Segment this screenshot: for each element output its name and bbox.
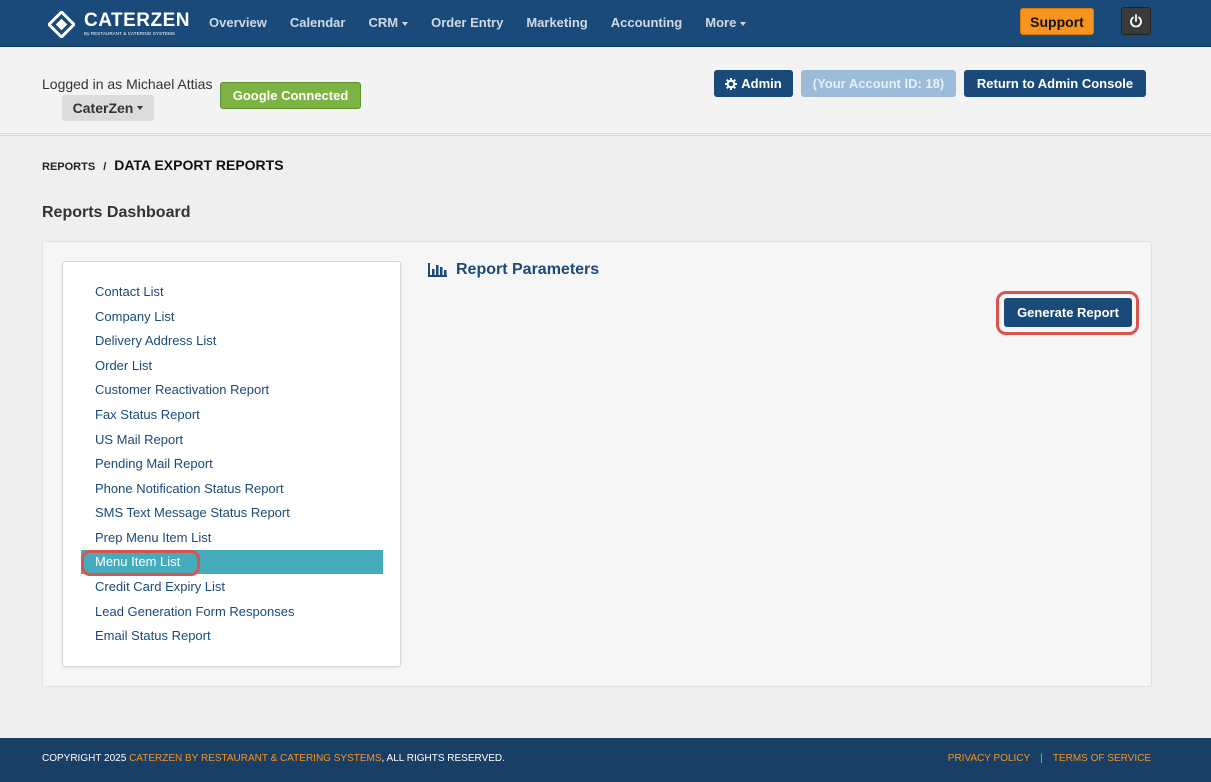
- power-icon: [1130, 14, 1142, 28]
- caterzen-logo[interactable]: CATERZEN By RESTAURANT & CATERING SYSTEM…: [48, 9, 190, 39]
- nav-order-entry[interactable]: Order Entry: [431, 15, 503, 30]
- footer-divider: |: [1040, 753, 1043, 764]
- report-parameters-heading: Report Parameters: [428, 261, 599, 279]
- generate-report-button[interactable]: Generate Report: [1004, 298, 1132, 327]
- report-item-phone-notification-status-report[interactable]: Phone Notification Status Report: [81, 477, 383, 501]
- bar-chart-icon: [428, 263, 447, 277]
- gear-icon: [725, 77, 738, 90]
- report-item-credit-card-expiry-list[interactable]: Credit Card Expiry List: [81, 575, 383, 599]
- page-title: Reports Dashboard: [42, 204, 191, 221]
- report-item-menu-item-list[interactable]: Menu Item List: [81, 550, 383, 574]
- top-navbar: CATERZEN By RESTAURANT & CATERING SYSTEM…: [0, 0, 1211, 47]
- logged-in-text: Logged in as Michael Attias: [42, 76, 213, 92]
- admin-button[interactable]: Admin: [714, 70, 793, 97]
- google-connected-button[interactable]: Google Connected: [220, 82, 361, 109]
- nav-overview[interactable]: Overview: [209, 15, 267, 30]
- account-bar: Logged in as Michael Attias CaterZen Goo…: [0, 48, 1211, 136]
- report-item-pending-mail-report[interactable]: Pending Mail Report: [81, 452, 383, 476]
- nav-more[interactable]: More: [705, 15, 747, 30]
- support-button[interactable]: Support: [1020, 8, 1094, 35]
- report-item-contact-list[interactable]: Contact List: [81, 280, 383, 304]
- breadcrumb: REPORTS / DATA EXPORT REPORTS: [42, 157, 284, 173]
- brand-name: CATERZEN: [84, 10, 191, 31]
- breadcrumb-current: DATA EXPORT REPORTS: [114, 157, 284, 173]
- copyright-text: COPYRIGHT 2025 CATERZEN BY RESTAURANT & …: [42, 753, 505, 764]
- report-item-fax-status-report[interactable]: Fax Status Report: [81, 403, 383, 427]
- chevron-down-icon: [402, 21, 409, 26]
- logo-diamond-icon: [48, 11, 75, 38]
- privacy-policy-link[interactable]: PRIVACY POLICY: [948, 753, 1030, 764]
- report-item-company-list[interactable]: Company List: [81, 305, 383, 329]
- report-list: Contact List Company List Delivery Addre…: [62, 261, 401, 667]
- report-item-lead-generation-form-responses[interactable]: Lead Generation Form Responses: [81, 600, 383, 624]
- footer-links: PRIVACY POLICY | TERMS OF SERVICE: [948, 753, 1151, 764]
- nav-calendar[interactable]: Calendar: [290, 15, 346, 30]
- report-item-sms-text-message-status-report[interactable]: SMS Text Message Status Report: [81, 501, 383, 525]
- terms-of-service-link[interactable]: TERMS OF SERVICE: [1053, 753, 1151, 764]
- return-to-admin-console-button[interactable]: Return to Admin Console: [964, 70, 1146, 97]
- chevron-down-icon: [137, 106, 144, 110]
- chevron-down-icon: [740, 21, 747, 26]
- breadcrumb-reports[interactable]: REPORTS: [42, 161, 95, 173]
- report-item-email-status-report[interactable]: Email Status Report: [81, 624, 383, 648]
- nav-marketing[interactable]: Marketing: [526, 15, 587, 30]
- nav-accounting[interactable]: Accounting: [611, 15, 683, 30]
- report-item-us-mail-report[interactable]: US Mail Report: [81, 428, 383, 452]
- report-item-order-list[interactable]: Order List: [81, 354, 383, 378]
- account-id-badge: (Your Account ID: 18): [801, 70, 956, 97]
- company-dropdown[interactable]: CaterZen: [62, 95, 154, 121]
- copyright-company-link[interactable]: CATERZEN BY RESTAURANT & CATERING SYSTEM…: [129, 753, 381, 764]
- nav-crm[interactable]: CRM: [368, 15, 409, 30]
- report-item-delivery-address-list[interactable]: Delivery Address List: [81, 329, 383, 353]
- logout-button[interactable]: [1121, 7, 1151, 35]
- breadcrumb-separator: /: [103, 161, 107, 173]
- footer: COPYRIGHT 2025 CATERZEN BY RESTAURANT & …: [0, 738, 1211, 782]
- report-item-prep-menu-item-list[interactable]: Prep Menu Item List: [81, 526, 383, 550]
- report-item-customer-reactivation-report[interactable]: Customer Reactivation Report: [81, 378, 383, 402]
- brand-tagline: By RESTAURANT & CATERING SYSTEMS: [84, 31, 175, 36]
- main-nav: Overview Calendar CRM Order Entry Market…: [209, 15, 769, 30]
